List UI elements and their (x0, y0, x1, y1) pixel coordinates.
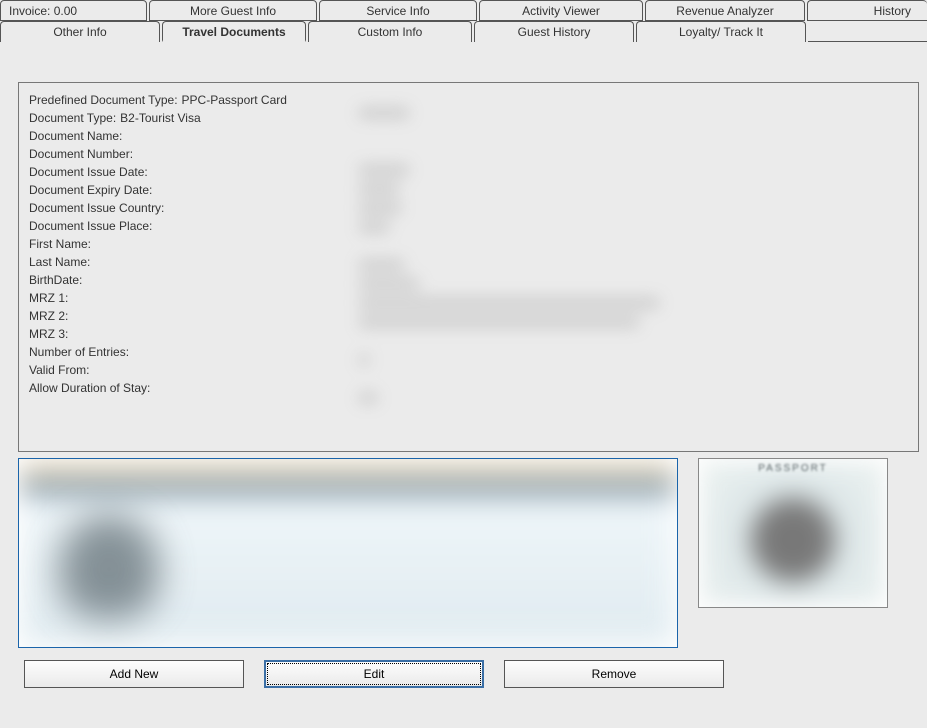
label-last-name: Last Name: (29, 255, 90, 269)
label-issue-place: Document Issue Place: (29, 219, 152, 233)
label-issue-date: Document Issue Date: (29, 165, 148, 179)
document-info-panel: Predefined Document Type: PPC-Passport C… (18, 82, 919, 452)
preview-row: PASSPORT (18, 458, 919, 648)
tab-row-2: Other Info Travel Documents Custom Info … (0, 21, 927, 42)
tab-invoice[interactable]: Invoice: 0.00 (0, 0, 147, 21)
label-mrz2: MRZ 2: (29, 309, 68, 323)
label-document-number: Document Number: (29, 147, 133, 161)
label-issue-country: Document Issue Country: (29, 201, 164, 215)
tab-row-1: Invoice: 0.00 More Guest Info Service In… (0, 0, 927, 21)
label-valid-from: Valid From: (29, 363, 89, 377)
remove-button[interactable]: Remove (504, 660, 724, 688)
tab-custom-info[interactable]: Custom Info (308, 21, 472, 42)
thumbnail-image (703, 463, 883, 603)
photo-region-blur (59, 514, 159, 619)
thumbnail-caption: PASSPORT (699, 463, 887, 474)
label-document-type: Document Type: (29, 111, 116, 125)
add-new-button[interactable]: Add New (24, 660, 244, 688)
label-predefined-type: Predefined Document Type: (29, 93, 178, 107)
label-document-name: Document Name: (29, 129, 122, 143)
tab-activity-viewer[interactable]: Activity Viewer (479, 0, 643, 21)
document-scan-thumbnail[interactable]: PASSPORT (698, 458, 888, 608)
tab-history[interactable]: History (807, 0, 927, 21)
tab-other-info[interactable]: Other Info (0, 21, 160, 42)
label-expiry-date: Document Expiry Date: (29, 183, 152, 197)
field-predefined-type: Predefined Document Type: PPC-Passport C… (29, 91, 908, 109)
redacted-values-column (359, 108, 699, 408)
label-allow-duration: Allow Duration of Stay: (29, 381, 150, 395)
tab-service-info[interactable]: Service Info (319, 0, 477, 21)
document-scan-large[interactable] (18, 458, 678, 648)
tab-more-guest-info[interactable]: More Guest Info (149, 0, 317, 21)
tab-travel-documents[interactable]: Travel Documents (162, 21, 306, 42)
tab-guest-history[interactable]: Guest History (474, 21, 634, 42)
label-first-name: First Name: (29, 237, 91, 251)
label-mrz3: MRZ 3: (29, 327, 68, 341)
edit-button[interactable]: Edit (264, 660, 484, 688)
content-area: Predefined Document Type: PPC-Passport C… (0, 42, 927, 696)
value-document-type: B2-Tourist Visa (116, 111, 200, 125)
value-predefined-type: PPC-Passport Card (178, 93, 287, 107)
label-num-entries: Number of Entries: (29, 345, 129, 359)
tab-revenue-analyzer[interactable]: Revenue Analyzer (645, 0, 805, 21)
tab-filler (808, 21, 927, 42)
label-mrz1: MRZ 1: (29, 291, 68, 305)
tab-loyalty-track-it[interactable]: Loyalty/ Track It (636, 21, 806, 42)
label-birthdate: BirthDate: (29, 273, 82, 287)
action-button-row: Add New Edit Remove (18, 660, 919, 688)
